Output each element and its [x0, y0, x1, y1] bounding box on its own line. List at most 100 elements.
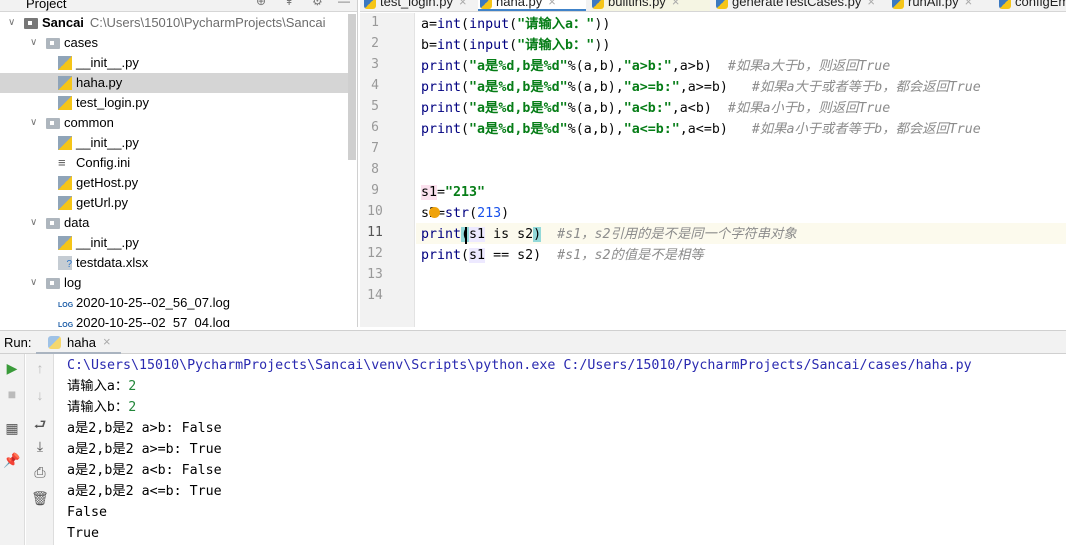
tree-item-name: test_login.py: [76, 95, 149, 110]
tree-item[interactable]: __init__.py: [0, 133, 348, 153]
project-scrollbar[interactable]: [348, 14, 356, 160]
tree-item-name: testdata.xlsx: [76, 255, 149, 270]
code-line: s1="213": [421, 182, 485, 203]
tree-item[interactable]: ∨ Sancai C:\Users\15010\PycharmProjects\Sa…: [0, 13, 348, 33]
python-file-icon: [892, 0, 904, 9]
chevron-down-icon[interactable]: ∨: [30, 113, 37, 133]
close-icon[interactable]: ×: [103, 334, 111, 349]
py-file-icon: [58, 96, 72, 110]
scroll-to-end-icon[interactable]: ⤓: [30, 438, 50, 455]
tab-label: test_login.py: [380, 0, 453, 9]
down-arrow-icon[interactable]: ↓: [30, 387, 50, 403]
code-token: (: [461, 122, 470, 137]
lightbulb-icon[interactable]: [429, 207, 440, 218]
code-token: int: [437, 17, 462, 32]
tree-item[interactable]: ? testdata.xlsx: [0, 253, 348, 273]
up-arrow-icon[interactable]: ↑: [30, 360, 50, 376]
code-token: "请输入a：": [517, 17, 595, 32]
tree-item[interactable]: ∨ cases: [0, 33, 348, 53]
tree-item-label: haha.py: [76, 73, 122, 93]
close-icon[interactable]: ×: [965, 0, 973, 9]
hide-icon[interactable]: —: [338, 0, 350, 8]
tree-item[interactable]: ∨ data: [0, 213, 348, 233]
tab-label: builtins.py: [608, 0, 666, 9]
code-token: (: [461, 80, 470, 95]
code-token: s1: [421, 185, 438, 200]
tree-item-name: Sancai: [42, 15, 84, 30]
close-icon[interactable]: ×: [548, 0, 556, 9]
rerun-icon[interactable]: ▶: [2, 360, 22, 377]
chevron-down-icon[interactable]: ∨: [30, 273, 37, 293]
code-token: (: [461, 248, 470, 263]
collapse-all-icon[interactable]: ⇞: [284, 0, 294, 8]
code-token: (: [461, 17, 470, 32]
trash-icon[interactable]: 🗑: [30, 490, 50, 507]
tree-item[interactable]: ∨ log: [0, 273, 348, 293]
py-file-icon: [58, 56, 72, 70]
code-token: "213": [445, 185, 486, 200]
tree-item[interactable]: LOG 2020-10-25--02_57_04.log: [0, 313, 348, 327]
layout-icon[interactable]: ▦: [2, 420, 22, 437]
gear-icon[interactable]: ⚙: [312, 0, 323, 8]
run-console[interactable]: C:\Users\15010\PycharmProjects\Sancai\ve…: [55, 354, 1066, 545]
tree-item-name: 2020-10-25--02_57_04.log: [76, 315, 230, 327]
tree-item[interactable]: ∨ common: [0, 113, 348, 133]
tab-generateTestCases-py[interactable]: generateTestCases.py ×: [714, 0, 886, 11]
code-token: s1: [469, 227, 486, 242]
code-token: #如果a大于或者等于b，都会返回True: [751, 80, 981, 95]
code-editor[interactable]: a=int(input("请输入a：")) b=int(input("请输入b："…: [416, 13, 1066, 327]
project-panel-header: Project ⊕ ⇞ ⚙ —: [0, 0, 357, 12]
console-user-input: 2: [128, 400, 137, 415]
tree-item[interactable]: test_login.py: [0, 93, 348, 113]
code-token: ,a<b): [671, 101, 728, 116]
tree-item[interactable]: __init__.py: [0, 53, 348, 73]
py-file-icon: [58, 176, 72, 190]
code-token: == s2): [485, 248, 558, 263]
line-number: 11: [367, 225, 383, 240]
close-icon[interactable]: ×: [867, 0, 875, 9]
line-number: 12: [367, 246, 383, 261]
code-token: "a<b:": [623, 101, 672, 116]
code-token: ): [501, 206, 510, 221]
code-token: is s2: [485, 227, 534, 242]
tree-item[interactable]: getHost.py: [0, 173, 348, 193]
locate-icon[interactable]: ⊕: [256, 0, 266, 8]
tree-item-name: __init__.py: [76, 55, 139, 70]
console-text: a是2,b是2 a>=b: True: [67, 442, 222, 457]
tree-item[interactable]: getUrl.py: [0, 193, 348, 213]
tree-item[interactable]: __init__.py: [0, 233, 348, 253]
run-tab-haha[interactable]: haha ×: [36, 331, 121, 354]
tree-item[interactable]: LOG 2020-10-25--02_56_07.log: [0, 293, 348, 313]
tree-item-label: testdata.xlsx: [76, 253, 148, 273]
tab-test_login-py[interactable]: test_login.py ×: [362, 0, 474, 11]
line-number: 10: [367, 204, 383, 219]
console-line: a是2,b是2 a>=b: True: [67, 439, 222, 460]
code-token: (: [469, 206, 478, 221]
tab-label: generateTestCases.py: [732, 0, 862, 9]
code-token: )): [594, 38, 611, 53]
tree-item[interactable]: ≡ Config.ini: [0, 153, 348, 173]
tab-haha-py[interactable]: haha.py ×: [478, 0, 586, 11]
project-panel-title[interactable]: Project: [26, 0, 66, 11]
pin-icon[interactable]: 📌: [2, 452, 22, 469]
console-line: False: [67, 502, 107, 523]
soft-wrap-icon[interactable]: ⮐: [30, 414, 50, 438]
print-icon[interactable]: ⎙: [30, 464, 50, 481]
code-token: s1: [469, 248, 486, 263]
console-line: C:\Users\15010\PycharmProjects\Sancai\ve…: [67, 355, 972, 376]
code-token: #如果a小于b，则返回True: [727, 101, 891, 116]
tab-configEmail-py[interactable]: configEmail.py×: [997, 0, 1066, 11]
chevron-down-icon[interactable]: ∨: [30, 33, 37, 53]
python-icon: [48, 336, 61, 349]
chevron-down-icon[interactable]: ∨: [30, 213, 37, 233]
close-icon[interactable]: ×: [459, 0, 467, 9]
tab-builtins-py[interactable]: builtins.py ×: [590, 0, 710, 11]
console-line: 请输入a：2: [67, 376, 136, 397]
python-file-icon: [592, 0, 604, 9]
tab-runAll-py[interactable]: runAll.py ×: [890, 0, 993, 11]
folder-icon: [24, 18, 38, 29]
close-icon[interactable]: ×: [672, 0, 680, 9]
chevron-down-icon[interactable]: ∨: [8, 13, 15, 33]
tree-item[interactable]: haha.py: [0, 73, 348, 93]
stop-icon[interactable]: ■: [2, 386, 22, 402]
